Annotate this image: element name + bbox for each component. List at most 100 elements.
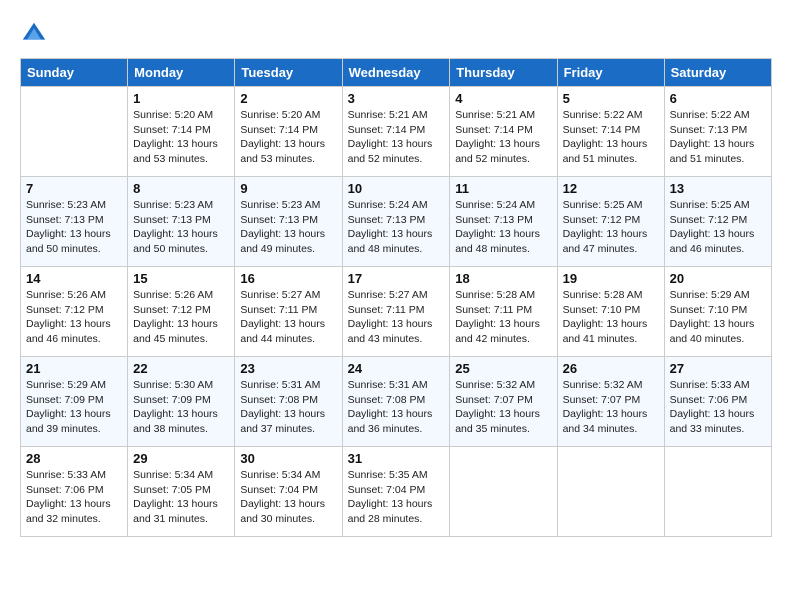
day-info: Sunrise: 5:29 AMSunset: 7:09 PMDaylight:… bbox=[26, 379, 111, 435]
day-number: 8 bbox=[133, 181, 229, 196]
day-info: Sunrise: 5:22 AMSunset: 7:14 PMDaylight:… bbox=[563, 109, 648, 165]
day-cell: 29 Sunrise: 5:34 AMSunset: 7:05 PMDaylig… bbox=[128, 447, 235, 537]
calendar-header-row: SundayMondayTuesdayWednesdayThursdayFrid… bbox=[21, 59, 772, 87]
day-cell: 13 Sunrise: 5:25 AMSunset: 7:12 PMDaylig… bbox=[664, 177, 771, 267]
day-info: Sunrise: 5:30 AMSunset: 7:09 PMDaylight:… bbox=[133, 379, 218, 435]
day-cell: 16 Sunrise: 5:27 AMSunset: 7:11 PMDaylig… bbox=[235, 267, 342, 357]
day-number: 26 bbox=[563, 361, 659, 376]
day-number: 25 bbox=[455, 361, 551, 376]
day-cell: 15 Sunrise: 5:26 AMSunset: 7:12 PMDaylig… bbox=[128, 267, 235, 357]
day-number: 5 bbox=[563, 91, 659, 106]
week-row-2: 7 Sunrise: 5:23 AMSunset: 7:13 PMDayligh… bbox=[21, 177, 772, 267]
day-cell: 21 Sunrise: 5:29 AMSunset: 7:09 PMDaylig… bbox=[21, 357, 128, 447]
day-info: Sunrise: 5:31 AMSunset: 7:08 PMDaylight:… bbox=[348, 379, 433, 435]
column-header-monday: Monday bbox=[128, 59, 235, 87]
day-cell: 23 Sunrise: 5:31 AMSunset: 7:08 PMDaylig… bbox=[235, 357, 342, 447]
day-number: 19 bbox=[563, 271, 659, 286]
day-cell bbox=[557, 447, 664, 537]
page-header bbox=[20, 20, 772, 48]
day-number: 12 bbox=[563, 181, 659, 196]
day-number: 28 bbox=[26, 451, 122, 466]
column-header-sunday: Sunday bbox=[21, 59, 128, 87]
day-info: Sunrise: 5:29 AMSunset: 7:10 PMDaylight:… bbox=[670, 289, 755, 345]
day-number: 9 bbox=[240, 181, 336, 196]
day-info: Sunrise: 5:28 AMSunset: 7:11 PMDaylight:… bbox=[455, 289, 540, 345]
day-number: 4 bbox=[455, 91, 551, 106]
column-header-wednesday: Wednesday bbox=[342, 59, 450, 87]
day-cell: 2 Sunrise: 5:20 AMSunset: 7:14 PMDayligh… bbox=[235, 87, 342, 177]
day-cell: 7 Sunrise: 5:23 AMSunset: 7:13 PMDayligh… bbox=[21, 177, 128, 267]
day-cell: 5 Sunrise: 5:22 AMSunset: 7:14 PMDayligh… bbox=[557, 87, 664, 177]
calendar-table: SundayMondayTuesdayWednesdayThursdayFrid… bbox=[20, 58, 772, 537]
day-info: Sunrise: 5:32 AMSunset: 7:07 PMDaylight:… bbox=[563, 379, 648, 435]
day-cell: 17 Sunrise: 5:27 AMSunset: 7:11 PMDaylig… bbox=[342, 267, 450, 357]
day-cell: 14 Sunrise: 5:26 AMSunset: 7:12 PMDaylig… bbox=[21, 267, 128, 357]
column-header-friday: Friday bbox=[557, 59, 664, 87]
logo bbox=[20, 20, 52, 48]
day-cell: 6 Sunrise: 5:22 AMSunset: 7:13 PMDayligh… bbox=[664, 87, 771, 177]
day-info: Sunrise: 5:24 AMSunset: 7:13 PMDaylight:… bbox=[348, 199, 433, 255]
day-number: 24 bbox=[348, 361, 445, 376]
day-info: Sunrise: 5:23 AMSunset: 7:13 PMDaylight:… bbox=[133, 199, 218, 255]
day-info: Sunrise: 5:32 AMSunset: 7:07 PMDaylight:… bbox=[455, 379, 540, 435]
column-header-tuesday: Tuesday bbox=[235, 59, 342, 87]
day-number: 29 bbox=[133, 451, 229, 466]
day-number: 27 bbox=[670, 361, 766, 376]
day-info: Sunrise: 5:20 AMSunset: 7:14 PMDaylight:… bbox=[133, 109, 218, 165]
day-cell: 8 Sunrise: 5:23 AMSunset: 7:13 PMDayligh… bbox=[128, 177, 235, 267]
column-header-thursday: Thursday bbox=[450, 59, 557, 87]
day-number: 23 bbox=[240, 361, 336, 376]
day-info: Sunrise: 5:33 AMSunset: 7:06 PMDaylight:… bbox=[26, 469, 111, 525]
day-info: Sunrise: 5:21 AMSunset: 7:14 PMDaylight:… bbox=[348, 109, 433, 165]
day-cell: 30 Sunrise: 5:34 AMSunset: 7:04 PMDaylig… bbox=[235, 447, 342, 537]
week-row-3: 14 Sunrise: 5:26 AMSunset: 7:12 PMDaylig… bbox=[21, 267, 772, 357]
column-header-saturday: Saturday bbox=[664, 59, 771, 87]
day-cell bbox=[664, 447, 771, 537]
day-cell bbox=[21, 87, 128, 177]
day-cell bbox=[450, 447, 557, 537]
day-number: 17 bbox=[348, 271, 445, 286]
day-info: Sunrise: 5:24 AMSunset: 7:13 PMDaylight:… bbox=[455, 199, 540, 255]
day-number: 10 bbox=[348, 181, 445, 196]
day-info: Sunrise: 5:21 AMSunset: 7:14 PMDaylight:… bbox=[455, 109, 540, 165]
day-info: Sunrise: 5:23 AMSunset: 7:13 PMDaylight:… bbox=[26, 199, 111, 255]
day-cell: 28 Sunrise: 5:33 AMSunset: 7:06 PMDaylig… bbox=[21, 447, 128, 537]
day-info: Sunrise: 5:31 AMSunset: 7:08 PMDaylight:… bbox=[240, 379, 325, 435]
day-cell: 18 Sunrise: 5:28 AMSunset: 7:11 PMDaylig… bbox=[450, 267, 557, 357]
day-number: 13 bbox=[670, 181, 766, 196]
day-info: Sunrise: 5:25 AMSunset: 7:12 PMDaylight:… bbox=[670, 199, 755, 255]
day-number: 11 bbox=[455, 181, 551, 196]
day-info: Sunrise: 5:33 AMSunset: 7:06 PMDaylight:… bbox=[670, 379, 755, 435]
day-number: 15 bbox=[133, 271, 229, 286]
day-info: Sunrise: 5:34 AMSunset: 7:04 PMDaylight:… bbox=[240, 469, 325, 525]
day-cell: 20 Sunrise: 5:29 AMSunset: 7:10 PMDaylig… bbox=[664, 267, 771, 357]
day-number: 3 bbox=[348, 91, 445, 106]
day-cell: 10 Sunrise: 5:24 AMSunset: 7:13 PMDaylig… bbox=[342, 177, 450, 267]
day-number: 31 bbox=[348, 451, 445, 466]
day-info: Sunrise: 5:35 AMSunset: 7:04 PMDaylight:… bbox=[348, 469, 433, 525]
day-number: 20 bbox=[670, 271, 766, 286]
day-number: 14 bbox=[26, 271, 122, 286]
day-info: Sunrise: 5:25 AMSunset: 7:12 PMDaylight:… bbox=[563, 199, 648, 255]
day-cell: 19 Sunrise: 5:28 AMSunset: 7:10 PMDaylig… bbox=[557, 267, 664, 357]
day-number: 22 bbox=[133, 361, 229, 376]
day-cell: 24 Sunrise: 5:31 AMSunset: 7:08 PMDaylig… bbox=[342, 357, 450, 447]
day-number: 7 bbox=[26, 181, 122, 196]
day-info: Sunrise: 5:20 AMSunset: 7:14 PMDaylight:… bbox=[240, 109, 325, 165]
day-cell: 25 Sunrise: 5:32 AMSunset: 7:07 PMDaylig… bbox=[450, 357, 557, 447]
day-cell: 12 Sunrise: 5:25 AMSunset: 7:12 PMDaylig… bbox=[557, 177, 664, 267]
week-row-1: 1 Sunrise: 5:20 AMSunset: 7:14 PMDayligh… bbox=[21, 87, 772, 177]
week-row-4: 21 Sunrise: 5:29 AMSunset: 7:09 PMDaylig… bbox=[21, 357, 772, 447]
day-info: Sunrise: 5:27 AMSunset: 7:11 PMDaylight:… bbox=[240, 289, 325, 345]
day-cell: 31 Sunrise: 5:35 AMSunset: 7:04 PMDaylig… bbox=[342, 447, 450, 537]
day-info: Sunrise: 5:34 AMSunset: 7:05 PMDaylight:… bbox=[133, 469, 218, 525]
day-cell: 26 Sunrise: 5:32 AMSunset: 7:07 PMDaylig… bbox=[557, 357, 664, 447]
week-row-5: 28 Sunrise: 5:33 AMSunset: 7:06 PMDaylig… bbox=[21, 447, 772, 537]
day-number: 21 bbox=[26, 361, 122, 376]
logo-icon bbox=[20, 20, 48, 48]
day-cell: 4 Sunrise: 5:21 AMSunset: 7:14 PMDayligh… bbox=[450, 87, 557, 177]
day-number: 1 bbox=[133, 91, 229, 106]
day-number: 6 bbox=[670, 91, 766, 106]
day-cell: 9 Sunrise: 5:23 AMSunset: 7:13 PMDayligh… bbox=[235, 177, 342, 267]
day-cell: 27 Sunrise: 5:33 AMSunset: 7:06 PMDaylig… bbox=[664, 357, 771, 447]
